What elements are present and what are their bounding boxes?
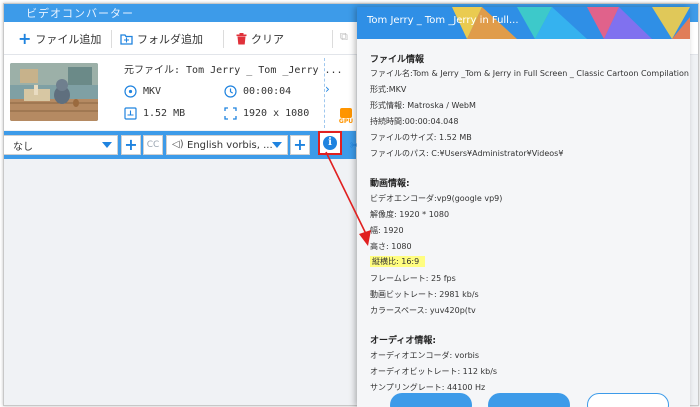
source-filename: 元ファイル: Tom Jerry _ Tom _Jerry ... <box>124 65 343 76</box>
add-file-button[interactable]: + ファイル追加 <box>18 30 101 48</box>
gpu-badge: GPU <box>337 108 355 128</box>
info-row-sample-rate: サンプリングレート: 44100 Hz <box>370 383 486 392</box>
video-thumbnail[interactable] <box>10 63 98 121</box>
trash-icon <box>236 33 247 45</box>
info-row-duration: 持続時間:00:00:04.048 <box>370 117 459 126</box>
info-row-audio-bitrate: オーディオビットレート: 112 kb/s <box>370 367 498 376</box>
size-value: 1.52 MB <box>143 108 186 119</box>
toolbar-divider <box>223 30 224 48</box>
duration-info: 00:00:04 <box>224 85 291 98</box>
info-row-resolution: 解像度: 1920 * 1080 <box>370 210 450 219</box>
subtitle-dropdown[interactable]: なし <box>4 135 118 155</box>
info-row-format-info: 形式情報: Matroska / WebM <box>370 101 476 110</box>
clear-button[interactable]: クリア <box>236 30 284 48</box>
info-row-aspect-ratio: 縦横比: 16:9 <box>370 256 426 267</box>
duration-value: 00:00:04 <box>243 86 292 97</box>
add-audio-button[interactable]: + <box>290 135 310 155</box>
info-row-colorspace: カラースペース: yuv420p(tv <box>370 306 476 315</box>
audio-track-dropdown[interactable]: ◁) English vorbis, ... <box>166 135 288 155</box>
panel-title: Tom Jerry _ Tom _Jerry in Full... <box>367 15 519 26</box>
file-row[interactable]: 元ファイル: Tom Jerry _ Tom _Jerry ... MKV 00… <box>4 55 356 130</box>
cc-icon[interactable]: CC <box>143 135 163 155</box>
info-icon: i <box>323 136 337 150</box>
add-subtitle-button[interactable]: + <box>121 135 141 155</box>
panel-button-2[interactable] <box>488 393 570 407</box>
size-info: 1.52 MB <box>124 107 185 120</box>
info-row-filesize: ファイルのサイズ: 1.52 MB <box>370 133 472 142</box>
control-row: なし + CC ◁) English vorbis, ... + <box>4 131 356 159</box>
info-row-filename: ファイル名:Tom & Jerry _Tom & Jerry in Full S… <box>370 69 690 78</box>
disc-icon <box>124 85 137 98</box>
plus-icon: + <box>18 29 32 48</box>
clear-label: クリア <box>251 33 284 46</box>
merge-icon[interactable]: ⧉ <box>340 30 348 44</box>
chevron-down-icon <box>102 142 112 148</box>
speaker-icon: ◁) <box>172 139 184 150</box>
window-title: ビデオコンバーター <box>26 7 134 20</box>
resolution-value: 1920 x 1080 <box>243 108 310 119</box>
panel-button-1[interactable] <box>390 393 472 407</box>
aspect-ratio-highlight: 縦横比: 16:9 <box>370 256 426 267</box>
chevron-down-icon <box>272 142 282 148</box>
video-info-heading: 動画情報: <box>370 179 410 189</box>
resolution-icon <box>224 107 237 120</box>
info-row-width: 幅: 1920 <box>370 226 404 235</box>
info-row-video-bitrate: 動画ビットレート: 2981 kb/s <box>370 290 479 299</box>
format-value: MKV <box>143 86 162 97</box>
format-info: MKV <box>124 85 161 98</box>
info-row-format: 形式:MKV <box>370 85 407 94</box>
clock-icon <box>224 85 237 98</box>
toolbar-divider <box>332 30 333 48</box>
chevron-right-icon: › <box>325 82 330 96</box>
folder-icon <box>120 33 133 45</box>
panel-button-3[interactable] <box>587 393 669 407</box>
add-folder-button[interactable]: フォルダ追加 <box>120 30 203 48</box>
subtitle-dropdown-value: なし <box>13 141 33 153</box>
file-info-heading: ファイル情報 <box>370 55 425 65</box>
audio-track-value: English vorbis, ... <box>187 139 273 151</box>
resolution-info: 1920 x 1080 <box>224 107 309 120</box>
add-file-label: ファイル追加 <box>35 33 102 46</box>
info-row-video-encoder: ビデオエンコーダ:vp9(google vp9) <box>370 194 503 203</box>
media-info-panel: Tom Jerry _ Tom _Jerry in Full... ファイル情報… <box>357 7 690 407</box>
gpu-label: GPU <box>338 118 354 125</box>
info-row-audio-encoder: オーディオエンコーダ: vorbis <box>370 351 480 360</box>
info-row-filepath: ファイルのパス: C:¥Users¥Administrator¥Videos¥ <box>370 149 564 158</box>
audio-info-heading: オーディオ情報: <box>370 336 436 346</box>
info-row-height: 高さ: 1080 <box>370 242 412 251</box>
gpu-chip-icon <box>340 108 352 118</box>
add-folder-label: フォルダ追加 <box>137 33 203 46</box>
panel-header: Tom Jerry _ Tom _Jerry in Full... <box>357 7 690 39</box>
media-info-button[interactable]: i <box>318 131 342 155</box>
toolbar-divider <box>111 30 112 48</box>
info-row-framerate: フレームレート: 25 fps <box>370 274 456 283</box>
file-size-icon <box>124 107 137 120</box>
